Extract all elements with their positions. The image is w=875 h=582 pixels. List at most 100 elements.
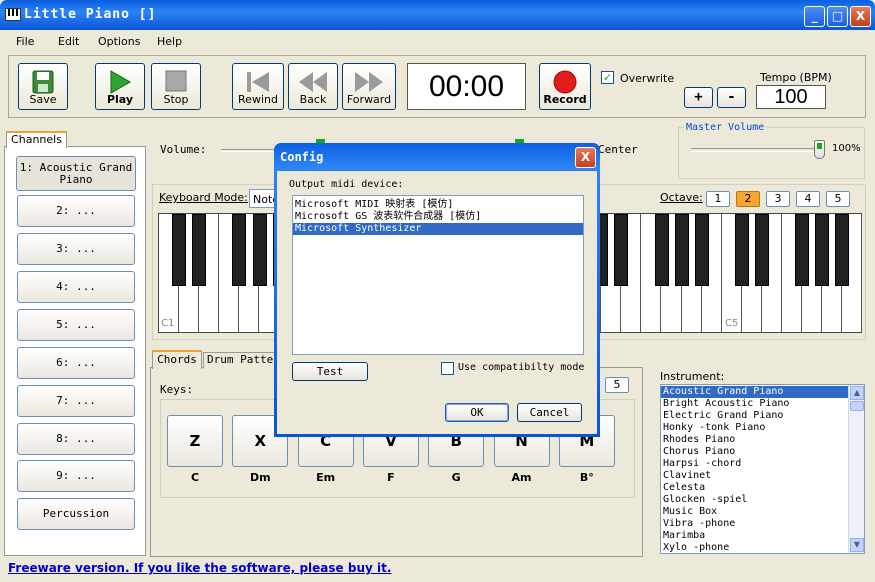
black-key[interactable]: [795, 214, 810, 286]
scroll-up-icon[interactable]: ▲: [850, 386, 864, 400]
master-volume-label: Master Volume: [684, 122, 767, 133]
black-key[interactable]: [755, 214, 769, 286]
tempo-plus-button[interactable]: +: [684, 87, 713, 108]
chord-name-label: Dm: [250, 471, 271, 484]
black-key[interactable]: [192, 214, 207, 286]
black-key[interactable]: [674, 214, 689, 286]
black-key[interactable]: [172, 214, 187, 286]
instrument-item[interactable]: Vibra -phone: [661, 518, 864, 530]
channel-button-5[interactable]: 5: ...: [17, 309, 135, 341]
midi-device-item[interactable]: Microsoft GS 波表软件合成器 [模仿]: [293, 211, 583, 223]
save-button[interactable]: Save: [18, 63, 68, 110]
octave-button-2[interactable]: 2: [736, 191, 760, 207]
midi-device-list[interactable]: Microsoft MIDI 映射表 [模仿] Microsoft GS 波表软…: [292, 195, 584, 355]
chord-name-label: B°: [579, 471, 594, 484]
percussion-button[interactable]: Percussion: [17, 498, 135, 530]
menu-bar: File Edit Options Help: [4, 31, 871, 51]
instrument-item[interactable]: Marimba: [661, 530, 864, 542]
black-key[interactable]: [654, 214, 669, 286]
midi-device-item-selected[interactable]: Microsoft Synthesizer: [293, 223, 583, 235]
master-volume-thumb[interactable]: [814, 140, 825, 159]
scroll-down-icon[interactable]: ▼: [850, 538, 864, 552]
master-volume-value: 100%: [832, 143, 861, 154]
black-key[interactable]: [694, 214, 709, 286]
chord-key-button[interactable]: Z: [167, 415, 223, 467]
scroll-thumb[interactable]: [850, 401, 864, 411]
channel-button-6[interactable]: 6: ...: [17, 347, 135, 379]
stop-icon: [165, 70, 187, 92]
octave-button-1[interactable]: 1: [706, 191, 730, 207]
instrument-item[interactable]: Electric Grand Piano: [661, 410, 864, 422]
black-key[interactable]: [252, 214, 267, 286]
chord-name-label: Am: [511, 471, 532, 484]
instrument-item[interactable]: Xylo -phone: [661, 542, 864, 554]
overwrite-checkbox[interactable]: ✓: [601, 71, 614, 84]
close-button[interactable]: X: [850, 6, 871, 27]
ok-button[interactable]: OK: [445, 403, 509, 422]
status-link[interactable]: Freeware version. If you like the softwa…: [8, 561, 391, 575]
black-key[interactable]: [614, 214, 629, 286]
menu-file[interactable]: File: [16, 35, 34, 48]
menu-options[interactable]: Options: [98, 35, 140, 48]
black-key[interactable]: [734, 214, 749, 286]
rewind-button[interactable]: Rewind: [232, 63, 284, 110]
back-button[interactable]: Back: [288, 63, 338, 110]
instrument-item[interactable]: Rhodes Piano: [661, 434, 864, 446]
record-label: Record: [543, 93, 587, 106]
channel-button-3[interactable]: 3: ...: [17, 233, 135, 265]
instrument-scrollbar[interactable]: ▲ ▼: [848, 385, 864, 553]
instrument-item[interactable]: Celesta: [661, 482, 864, 494]
menu-edit[interactable]: Edit: [58, 35, 79, 48]
black-key[interactable]: [835, 214, 850, 286]
master-volume-track[interactable]: [691, 148, 823, 152]
instrument-item[interactable]: Glocken -spiel: [661, 494, 864, 506]
compat-label: Use compatibilty mode: [458, 362, 585, 373]
chord-page-button[interactable]: 5: [605, 377, 629, 393]
black-key[interactable]: [232, 214, 247, 286]
minimize-button[interactable]: _: [804, 6, 825, 27]
octave-button-4[interactable]: 4: [796, 191, 820, 207]
pan-center-label: Center: [598, 143, 638, 156]
play-button[interactable]: Play: [95, 63, 145, 110]
dialog-body: Output midi device: Microsoft MIDI 映射表 […: [277, 171, 597, 434]
instrument-item[interactable]: Chorus Piano: [661, 446, 864, 458]
keyboard-mode-label: Keyboard Mode:: [159, 191, 248, 204]
tab-chords[interactable]: Chords: [152, 350, 202, 369]
channel-button-2[interactable]: 2: ...: [17, 195, 135, 227]
volume-slider-track[interactable]: [221, 149, 281, 152]
channel-button-7[interactable]: 7: ...: [17, 385, 135, 417]
instrument-item[interactable]: Honky -tonk Piano: [661, 422, 864, 434]
tab-channels[interactable]: Channels: [6, 131, 67, 148]
octave-button-3[interactable]: 3: [766, 191, 790, 207]
rewind-label: Rewind: [238, 93, 278, 106]
channel-button-1[interactable]: 1: Acoustic Grand Piano: [16, 156, 136, 191]
channel-button-9[interactable]: 9: ...: [17, 460, 135, 492]
stop-button[interactable]: Stop: [151, 63, 201, 110]
instrument-item-selected[interactable]: Acoustic Grand Piano: [661, 386, 864, 398]
forward-icon: [355, 72, 383, 92]
back-icon: [299, 72, 327, 92]
forward-button[interactable]: Forward: [342, 63, 396, 110]
record-button[interactable]: Record: [539, 63, 591, 110]
instrument-item[interactable]: Music Box: [661, 506, 864, 518]
channel-button-4[interactable]: 4: ...: [17, 271, 135, 303]
octave-button-5[interactable]: 5: [826, 191, 850, 207]
record-icon: [553, 70, 577, 94]
instrument-item[interactable]: Harpsi -chord: [661, 458, 864, 470]
channel-button-8[interactable]: 8: ...: [17, 423, 135, 455]
tempo-minus-button[interactable]: -: [717, 87, 746, 108]
chord-name-label: Em: [316, 471, 336, 484]
tab-drum-patterns[interactable]: Drum Patter: [203, 352, 275, 368]
instrument-list[interactable]: Acoustic Grand Piano Bright Acoustic Pian…: [660, 384, 865, 554]
dialog-close-button[interactable]: X: [575, 147, 596, 168]
compat-checkbox[interactable]: [441, 362, 454, 375]
menu-help[interactable]: Help: [157, 35, 182, 48]
midi-device-item[interactable]: Microsoft MIDI 映射表 [模仿]: [293, 199, 583, 211]
overwrite-label: Overwrite: [620, 72, 675, 85]
black-key[interactable]: [815, 214, 830, 286]
maximize-button[interactable]: □: [827, 6, 848, 27]
instrument-item[interactable]: Bright Acoustic Piano: [661, 398, 864, 410]
instrument-item[interactable]: Clavinet: [661, 470, 864, 482]
cancel-button[interactable]: Cancel: [517, 403, 582, 422]
test-button[interactable]: Test: [292, 362, 368, 381]
